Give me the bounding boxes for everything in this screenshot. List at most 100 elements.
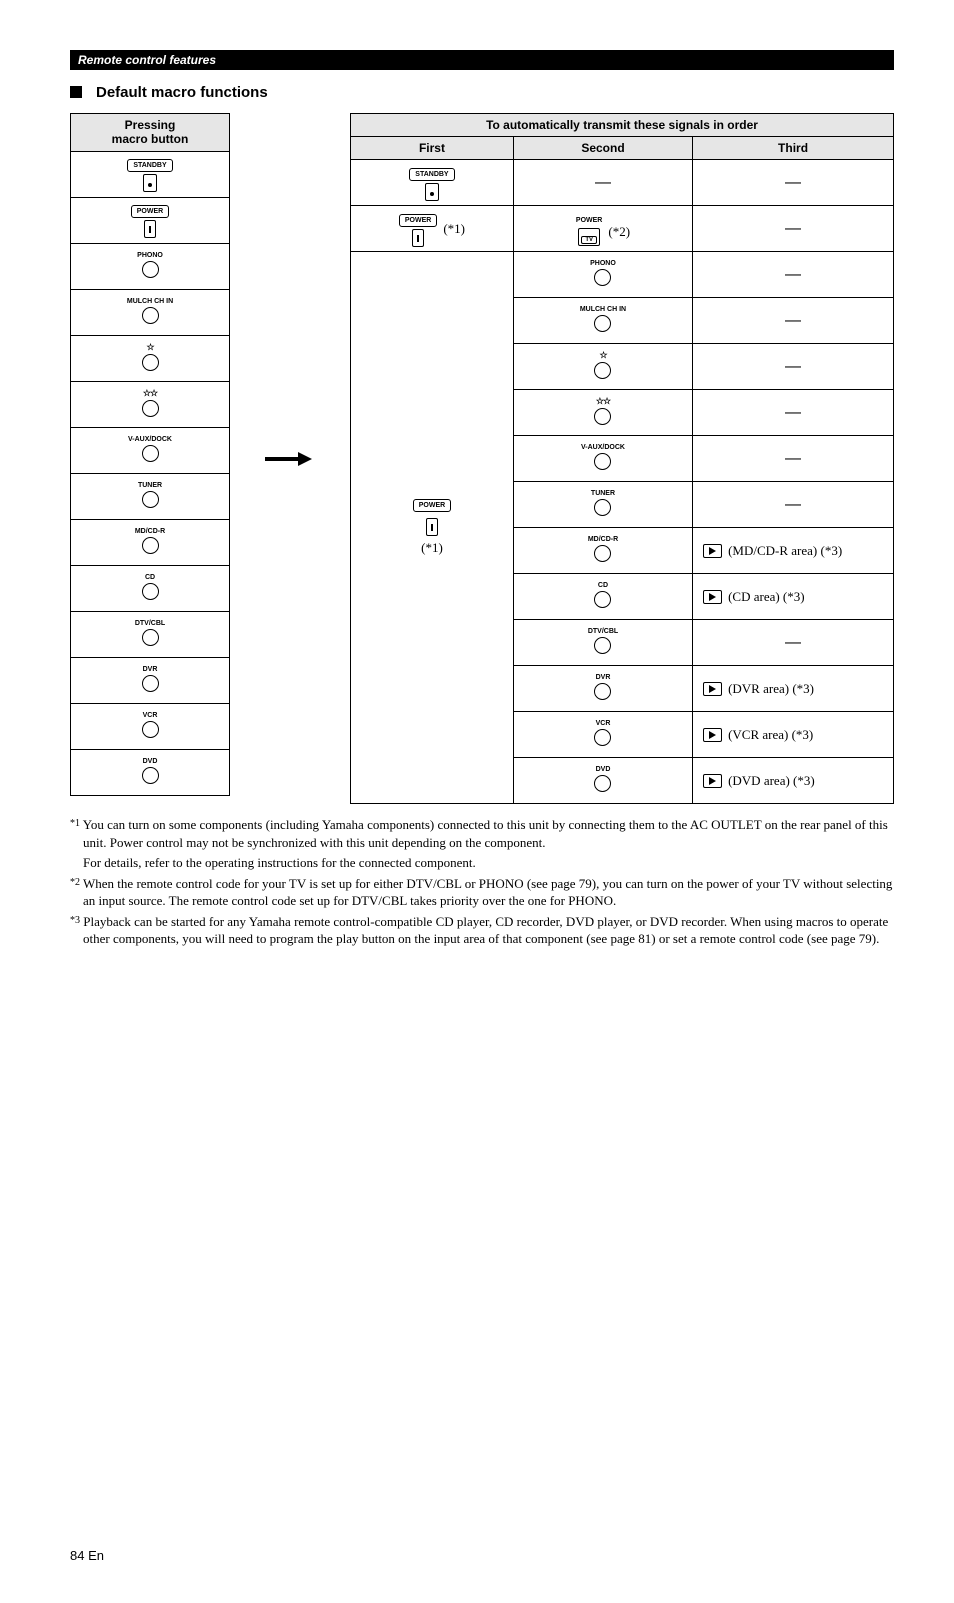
circle-icon: [142, 767, 159, 784]
third-vaux: —: [693, 436, 894, 482]
circle-icon: [142, 261, 159, 278]
second-mdcdr: MD/CD-R: [513, 528, 692, 574]
second-vaux: V-AUX/DOCK: [513, 436, 692, 482]
third-phono: —: [693, 252, 894, 298]
third-dvd: (DVD area) (*3): [693, 758, 894, 804]
second-tuner: TUNER: [513, 482, 692, 528]
third-standby: —: [693, 160, 894, 206]
th-second: Second: [513, 137, 692, 160]
circle-icon: [142, 675, 159, 692]
circle-icon: [594, 362, 611, 379]
circle-icon: [594, 729, 611, 746]
circle-icon: [142, 400, 159, 417]
btn-power: POWER: [71, 197, 230, 243]
star-icon: ☆☆: [75, 389, 225, 398]
standby-button-icon: STANDBY: [409, 168, 454, 181]
note-3: *3 Playback can be started for any Yamah…: [70, 913, 894, 948]
dot-button-icon: [425, 183, 439, 201]
second-phono: PHONO: [513, 252, 692, 298]
play-icon: [703, 544, 722, 558]
btn-star1: ☆: [71, 335, 230, 381]
circle-icon: [594, 315, 611, 332]
power-button-icon: POWER: [413, 499, 451, 512]
btn-vaux: V-AUX/DOCK: [71, 427, 230, 473]
star-icon: ☆☆: [518, 397, 688, 406]
th-third: Third: [693, 137, 894, 160]
third-dtvcbl: —: [693, 620, 894, 666]
circle-icon: [594, 591, 611, 608]
dash-icon: —: [785, 358, 801, 375]
page-footer: 84 En: [70, 1548, 894, 1563]
th-pressing: Pressing macro button: [71, 114, 230, 152]
third-tuner: —: [693, 482, 894, 528]
signals-column: To automatically transmit these signals …: [350, 113, 894, 804]
btn-tuner: TUNER: [71, 473, 230, 519]
note-1a: *1 You can turn on some components (incl…: [70, 816, 894, 851]
third-cd: (CD area) (*3): [693, 574, 894, 620]
power-button-icon: POWER: [131, 205, 169, 218]
signals-table: To automatically transmit these signals …: [350, 113, 894, 804]
play-icon: [703, 728, 722, 742]
stick-button-icon: [144, 220, 156, 238]
play-icon: [703, 590, 722, 604]
circle-icon: [142, 583, 159, 600]
tv-button-icon: TV: [578, 228, 600, 246]
dash-icon: —: [785, 404, 801, 421]
first-power: POWER (*1): [351, 206, 514, 252]
second-dtvcbl: DTV/CBL: [513, 620, 692, 666]
circle-icon: [594, 775, 611, 792]
circle-icon: [594, 499, 611, 516]
circle-icon: [142, 721, 159, 738]
th-order: To automatically transmit these signals …: [351, 114, 894, 137]
note-1b: For details, refer to the operating inst…: [70, 854, 894, 872]
third-multi: —: [693, 298, 894, 344]
footnotes: *1 You can turn on some components (incl…: [70, 816, 894, 948]
btn-multi: MULCH CH IN: [71, 289, 230, 335]
btn-dvr: DVR: [71, 657, 230, 703]
third-star1: —: [693, 344, 894, 390]
note-ref: (*1): [443, 221, 465, 237]
first-standby: STANDBY: [351, 160, 514, 206]
second-standby: —: [513, 160, 692, 206]
btn-dvd: DVD: [71, 749, 230, 795]
arrow-column: [230, 113, 350, 804]
btn-star2: ☆☆: [71, 381, 230, 427]
third-vcr: (VCR area) (*3): [693, 712, 894, 758]
second-multi: MULCH CH IN: [513, 298, 692, 344]
stick-button-icon: [412, 229, 424, 247]
btn-mdcdr: MD/CD-R: [71, 519, 230, 565]
square-bullet-icon: [70, 86, 82, 98]
note-2: *2 When the remote control code for your…: [70, 875, 894, 910]
circle-icon: [594, 545, 611, 562]
dash-icon: —: [595, 174, 611, 191]
second-vcr: VCR: [513, 712, 692, 758]
note-ref: (*2): [608, 224, 630, 240]
second-dvr: DVR: [513, 666, 692, 712]
section-title: Default macro functions: [70, 84, 894, 101]
circle-icon: [142, 629, 159, 646]
page-number: 84: [70, 1548, 84, 1563]
stick-button-icon: [426, 518, 438, 536]
btn-vcr: VCR: [71, 703, 230, 749]
th-first: First: [351, 137, 514, 160]
dash-icon: —: [785, 220, 801, 237]
third-star2: —: [693, 390, 894, 436]
dash-icon: —: [785, 634, 801, 651]
page-suffix: En: [88, 1548, 104, 1563]
circle-icon: [594, 453, 611, 470]
star-icon: ☆: [75, 343, 225, 352]
star-icon: ☆: [518, 351, 688, 360]
third-power: —: [693, 206, 894, 252]
power-button-icon: POWER: [399, 214, 437, 227]
note-ref: (*1): [421, 540, 443, 556]
circle-icon: [594, 683, 611, 700]
dot-button-icon: [143, 174, 157, 192]
circle-icon: [594, 637, 611, 654]
second-dvd: DVD: [513, 758, 692, 804]
second-cd: CD: [513, 574, 692, 620]
play-icon: [703, 774, 722, 788]
dash-icon: —: [785, 266, 801, 283]
dash-icon: —: [785, 496, 801, 513]
circle-icon: [142, 307, 159, 324]
third-dvr: (DVR area) (*3): [693, 666, 894, 712]
